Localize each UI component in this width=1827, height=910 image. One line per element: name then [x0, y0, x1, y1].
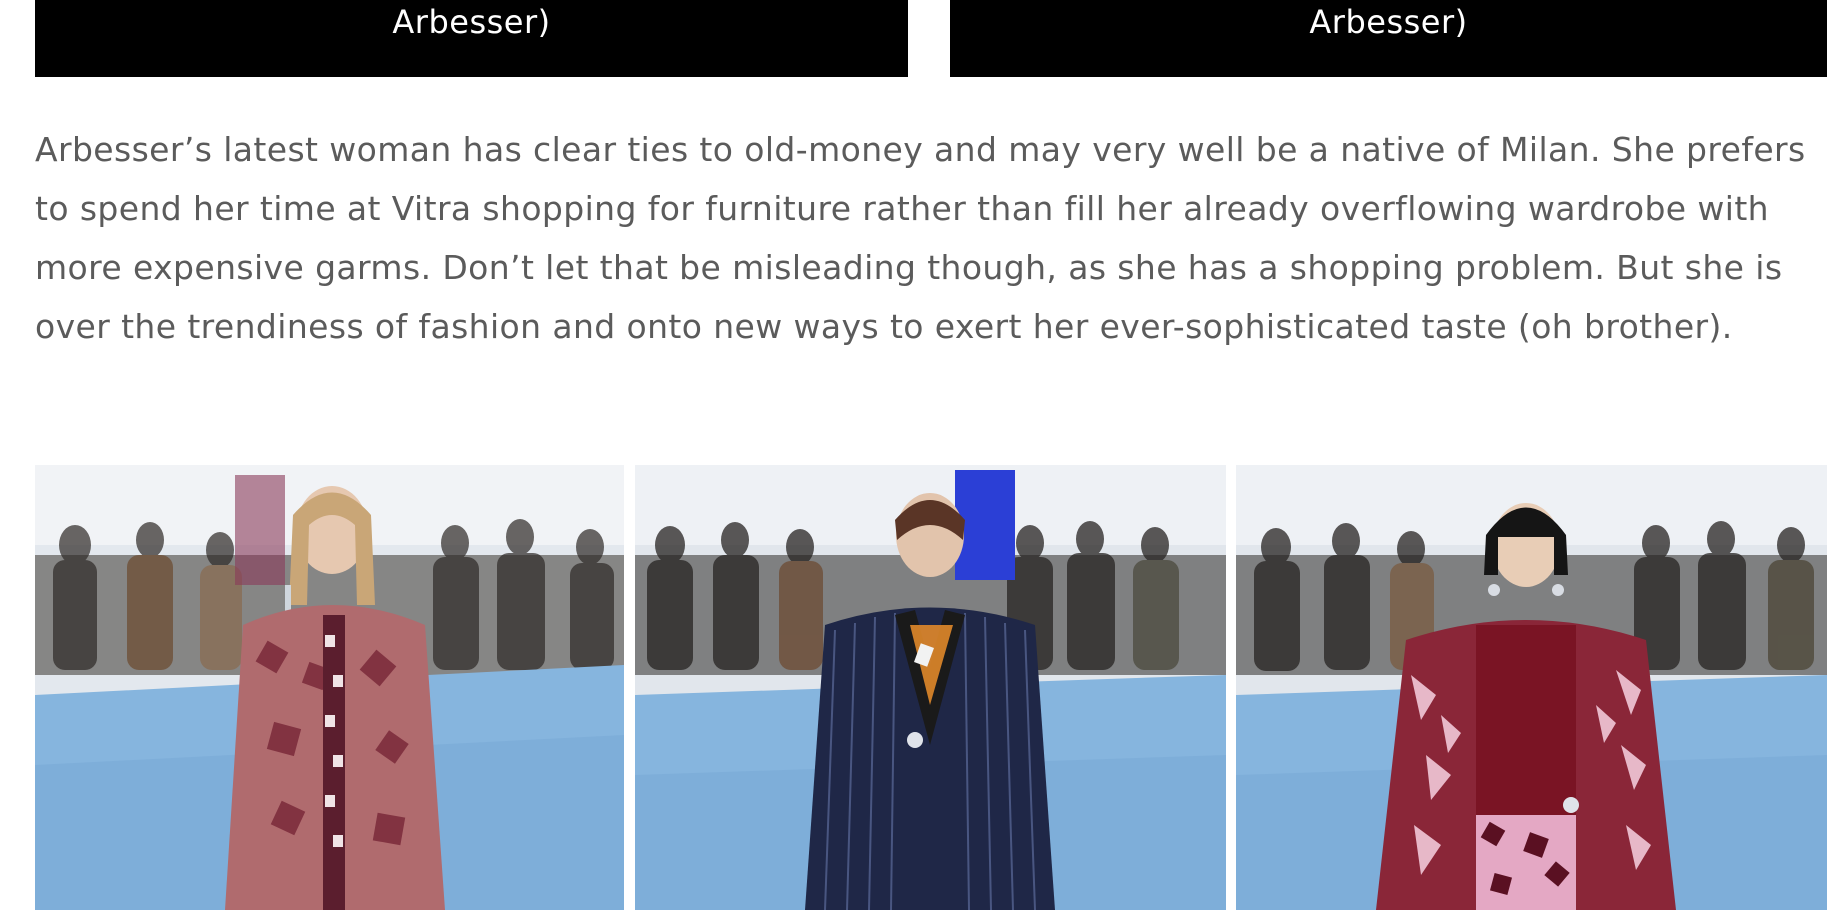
article-paragraph: Arbesser’s latest woman has clear ties t…: [35, 130, 1806, 346]
caption-text-left: Arbesser): [392, 3, 551, 41]
image-caption-right: Arbesser): [950, 0, 1827, 77]
runway-photo-3-image: [1236, 465, 1827, 910]
caption-text-right: Arbesser): [1309, 3, 1468, 41]
image-caption-left: Arbesser): [35, 0, 908, 77]
runway-gallery: [35, 465, 1827, 910]
article-page: Arbesser) Arbesser) Arbesser’s latest wo…: [0, 0, 1827, 910]
runway-photo-3[interactable]: [1236, 465, 1827, 910]
runway-photo-2[interactable]: [635, 465, 1226, 910]
runway-photo-1-image: [35, 465, 624, 910]
runway-photo-1[interactable]: [35, 465, 624, 910]
runway-photo-2-image: [635, 465, 1226, 910]
